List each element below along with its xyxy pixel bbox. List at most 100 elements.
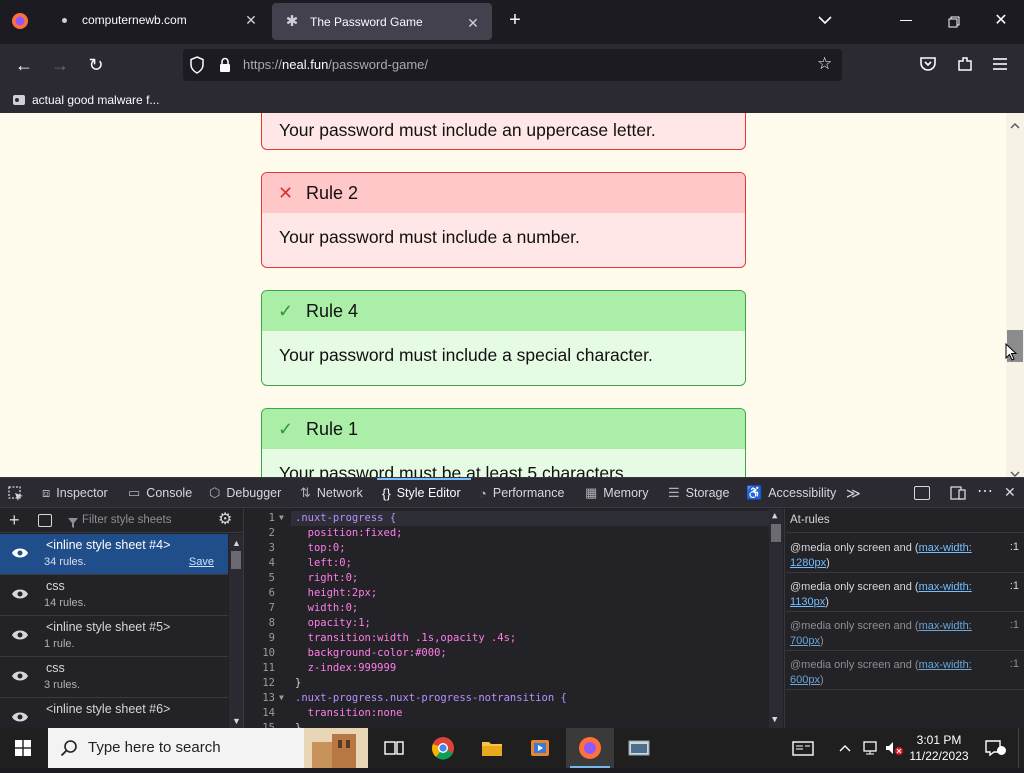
devtools-panel: ⧈ Inspector ▭ Console ⬡ Debugger ⇅ Network {… bbox=[0, 477, 1024, 729]
eye-icon[interactable] bbox=[11, 587, 29, 601]
tab-password-game[interactable]: ✱ The Password Game ✕ bbox=[272, 3, 492, 40]
sheets-scrollbar[interactable]: ▲ ▼ bbox=[229, 534, 243, 729]
code-line: left:0; bbox=[295, 557, 352, 569]
reload-icon[interactable]: ↻ bbox=[82, 51, 110, 79]
rule-text: Your password must include a special cha… bbox=[279, 345, 653, 365]
split-console-icon[interactable] bbox=[914, 486, 930, 500]
windows-start-icon[interactable] bbox=[15, 740, 31, 756]
task-view-icon[interactable] bbox=[380, 734, 408, 762]
style-sheet-item[interactable]: css 14 rules. bbox=[0, 575, 228, 616]
scroll-down-icon[interactable]: ▼ bbox=[232, 716, 241, 726]
at-rule-line-number[interactable]: :1 bbox=[1010, 541, 1019, 553]
settings-gear-icon[interactable]: ⚙ bbox=[218, 512, 234, 528]
devtools-tab-debugger[interactable]: ⬡ Debugger bbox=[209, 485, 281, 501]
bookmark-star-icon[interactable]: ☆ bbox=[817, 55, 835, 73]
element-picker-icon[interactable] bbox=[8, 486, 24, 502]
restore-button[interactable] bbox=[948, 15, 960, 28]
style-sheet-item[interactable]: <inline style sheet #4> 34 rules. Save bbox=[0, 534, 228, 575]
scroll-up-icon[interactable] bbox=[1010, 117, 1020, 129]
more-tools-icon[interactable]: ≫ bbox=[846, 485, 862, 501]
file-explorer-icon[interactable] bbox=[478, 734, 506, 762]
network-icon[interactable] bbox=[862, 740, 880, 756]
forward-icon[interactable]: → bbox=[46, 51, 74, 79]
scroll-down-icon[interactable]: ▼ bbox=[772, 715, 777, 725]
devtools-tab-inspector[interactable]: ⧈ Inspector bbox=[42, 485, 108, 501]
code-editor[interactable]: ▼ ▼ 1 .nuxt-progress {2 position:fixed; 3 … bbox=[245, 509, 785, 729]
at-rule-line-number[interactable]: :1 bbox=[1010, 619, 1019, 631]
show-desktop-button[interactable] bbox=[1018, 728, 1024, 768]
tab-computernewb[interactable]: computernewb.com ✕ bbox=[44, 0, 270, 40]
devtools-tab-storage[interactable]: ☰ Storage bbox=[668, 485, 729, 501]
eye-icon[interactable] bbox=[11, 546, 29, 560]
fold-arrow-icon[interactable]: ▼ bbox=[279, 513, 284, 522]
filter-style-sheets-input[interactable]: Filter style sheets bbox=[82, 514, 171, 526]
show-hidden-icons-icon[interactable] bbox=[838, 741, 852, 753]
taskbar-search-box[interactable]: Type here to search bbox=[48, 728, 368, 768]
devtools-tab-memory[interactable]: ▦ Memory bbox=[585, 485, 648, 501]
taskbar-clock[interactable]: 3:01 PM 11/22/2023 bbox=[904, 732, 974, 764]
url-bar[interactable]: https://neal.fun/password-game/ ☆ bbox=[183, 49, 842, 81]
filter-icon bbox=[68, 515, 78, 528]
style-sheet-item[interactable]: <inline style sheet #6> bbox=[0, 698, 228, 729]
app-window-icon[interactable] bbox=[625, 734, 653, 762]
back-icon[interactable]: ← bbox=[10, 51, 38, 79]
fold-arrow-icon[interactable]: ▼ bbox=[279, 693, 284, 702]
sheets-scrollbar-thumb[interactable] bbox=[231, 551, 241, 569]
cross-icon: ✕ bbox=[278, 182, 294, 203]
shield-icon[interactable] bbox=[189, 56, 205, 74]
close-devtools-icon[interactable]: ✕ bbox=[1004, 485, 1018, 499]
app-menu-icon[interactable] bbox=[992, 57, 1008, 71]
minimize-button[interactable] bbox=[900, 20, 912, 21]
scroll-up-icon[interactable]: ▲ bbox=[232, 538, 241, 548]
editor-scrollbar[interactable]: ▲ ▼ bbox=[769, 509, 783, 729]
devtools-tab-console[interactable]: ▭ Console bbox=[128, 485, 192, 501]
new-tab-button[interactable]: + bbox=[506, 10, 524, 30]
devtools-tab-accessibility[interactable]: ♿ Accessibility bbox=[746, 485, 836, 501]
news-icon[interactable] bbox=[789, 734, 817, 762]
style-sheet-item[interactable]: css 3 rules. bbox=[0, 657, 228, 698]
at-rule-item[interactable]: @media only screen and (max-width: 1130p… bbox=[786, 574, 1024, 612]
page-scrollbar[interactable] bbox=[1006, 113, 1024, 477]
code-line: opacity:1; bbox=[295, 617, 371, 629]
lock-icon[interactable] bbox=[218, 57, 232, 73]
scroll-down-icon[interactable] bbox=[1010, 465, 1020, 477]
devtools-tab-style-editor[interactable]: {} Style Editor bbox=[382, 485, 461, 501]
firefox-menu-icon[interactable] bbox=[11, 12, 29, 30]
new-sheet-icon[interactable]: + bbox=[9, 510, 25, 530]
devtools-tab-performance[interactable]: ◔ Performance bbox=[479, 485, 564, 501]
at-rule-line-number[interactable]: :1 bbox=[1010, 580, 1019, 592]
braces-icon: {} bbox=[382, 485, 391, 501]
eye-icon[interactable] bbox=[11, 669, 29, 683]
list-tabs-icon[interactable] bbox=[817, 13, 833, 25]
at-rule-item[interactable]: @media only screen and (max-width: 1280p… bbox=[786, 535, 1024, 573]
sheets-list: <inline style sheet #4> 34 rules. Save c… bbox=[0, 534, 244, 729]
close-tab-icon[interactable]: ✕ bbox=[242, 11, 260, 29]
devtools-menu-icon[interactable]: ⋯ bbox=[977, 484, 993, 500]
chrome-icon[interactable] bbox=[429, 734, 457, 762]
at-rules-title: At-rules bbox=[790, 514, 830, 526]
editor-scrollbar-thumb[interactable] bbox=[771, 524, 781, 542]
import-sheet-icon[interactable] bbox=[38, 514, 52, 527]
at-rule-item[interactable]: @media only screen and (max-width: 700px… bbox=[786, 613, 1024, 651]
media-player-icon[interactable] bbox=[526, 734, 554, 762]
url-path: /password-game/ bbox=[328, 57, 429, 72]
close-window-button[interactable]: ✕ bbox=[993, 13, 1009, 29]
eye-icon[interactable] bbox=[11, 710, 29, 724]
line-number: 12 bbox=[262, 677, 275, 689]
devtools-tab-network[interactable]: ⇅ Network bbox=[300, 485, 363, 501]
extensions-icon[interactable] bbox=[956, 55, 974, 73]
volume-muted-icon[interactable] bbox=[884, 740, 904, 756]
save-link[interactable]: Save bbox=[189, 556, 214, 568]
pocket-icon[interactable] bbox=[919, 55, 937, 73]
responsive-design-icon[interactable] bbox=[950, 486, 966, 500]
at-rule-item[interactable]: @media only screen and (max-width: 600px… bbox=[786, 652, 1024, 690]
bookmark-item[interactable]: actual good malware f... bbox=[12, 91, 159, 109]
scroll-up-icon[interactable]: ▲ bbox=[772, 511, 777, 521]
firefox-taskbar-icon[interactable] bbox=[576, 734, 604, 762]
clock-time: 3:01 PM bbox=[916, 733, 962, 747]
inspector-icon: ⧈ bbox=[42, 485, 51, 500]
style-sheet-item[interactable]: <inline style sheet #5> 1 rule. bbox=[0, 616, 228, 657]
at-rule-line-number[interactable]: :1 bbox=[1010, 658, 1019, 670]
eye-icon[interactable] bbox=[11, 628, 29, 642]
close-tab-icon[interactable]: ✕ bbox=[464, 14, 482, 32]
